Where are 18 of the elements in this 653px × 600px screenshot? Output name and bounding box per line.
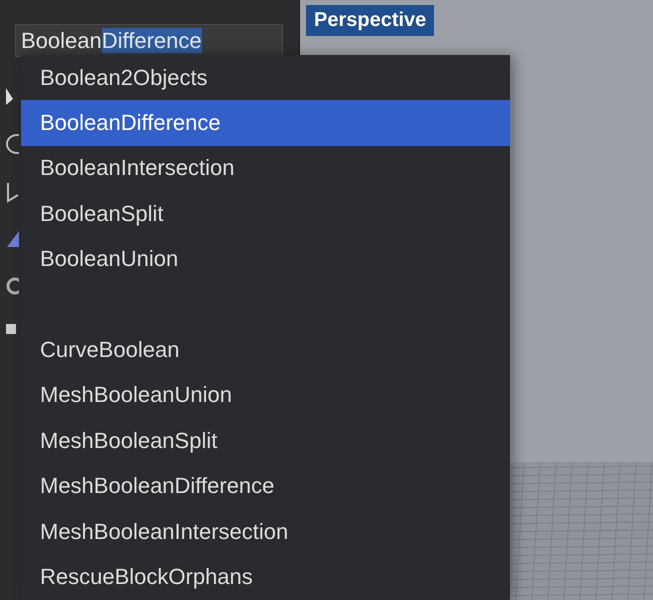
- menu-item[interactable]: MeshBooleanIntersection: [21, 508, 510, 554]
- surface-icon[interactable]: [5, 229, 19, 249]
- menu-item[interactable]: BooleanIntersection: [21, 146, 510, 192]
- square-icon[interactable]: [5, 323, 17, 335]
- menu-item[interactable]: MeshBooleanSplit: [21, 418, 510, 464]
- menu-item[interactable]: RescueBlockOrphans: [21, 554, 510, 600]
- menu-item[interactable]: BooleanDifference: [21, 100, 510, 146]
- menu-item[interactable]: Boolean2Objects: [21, 55, 510, 100]
- cursor-icon[interactable]: [5, 87, 15, 107]
- ring-icon[interactable]: [5, 275, 19, 297]
- menu-item[interactable]: BooleanSplit: [21, 191, 510, 237]
- menu-item[interactable]: MeshBooleanUnion: [21, 372, 510, 418]
- viewport-title[interactable]: Perspective: [306, 5, 434, 36]
- curve-icon[interactable]: [5, 181, 19, 203]
- command-field[interactable]: BooleanDifference: [15, 24, 283, 57]
- menu-item[interactable]: MeshBooleanDifference: [21, 464, 510, 509]
- menu-item[interactable]: BooleanUnion: [21, 236, 510, 282]
- menu-item[interactable]: CurveBoolean: [21, 327, 510, 373]
